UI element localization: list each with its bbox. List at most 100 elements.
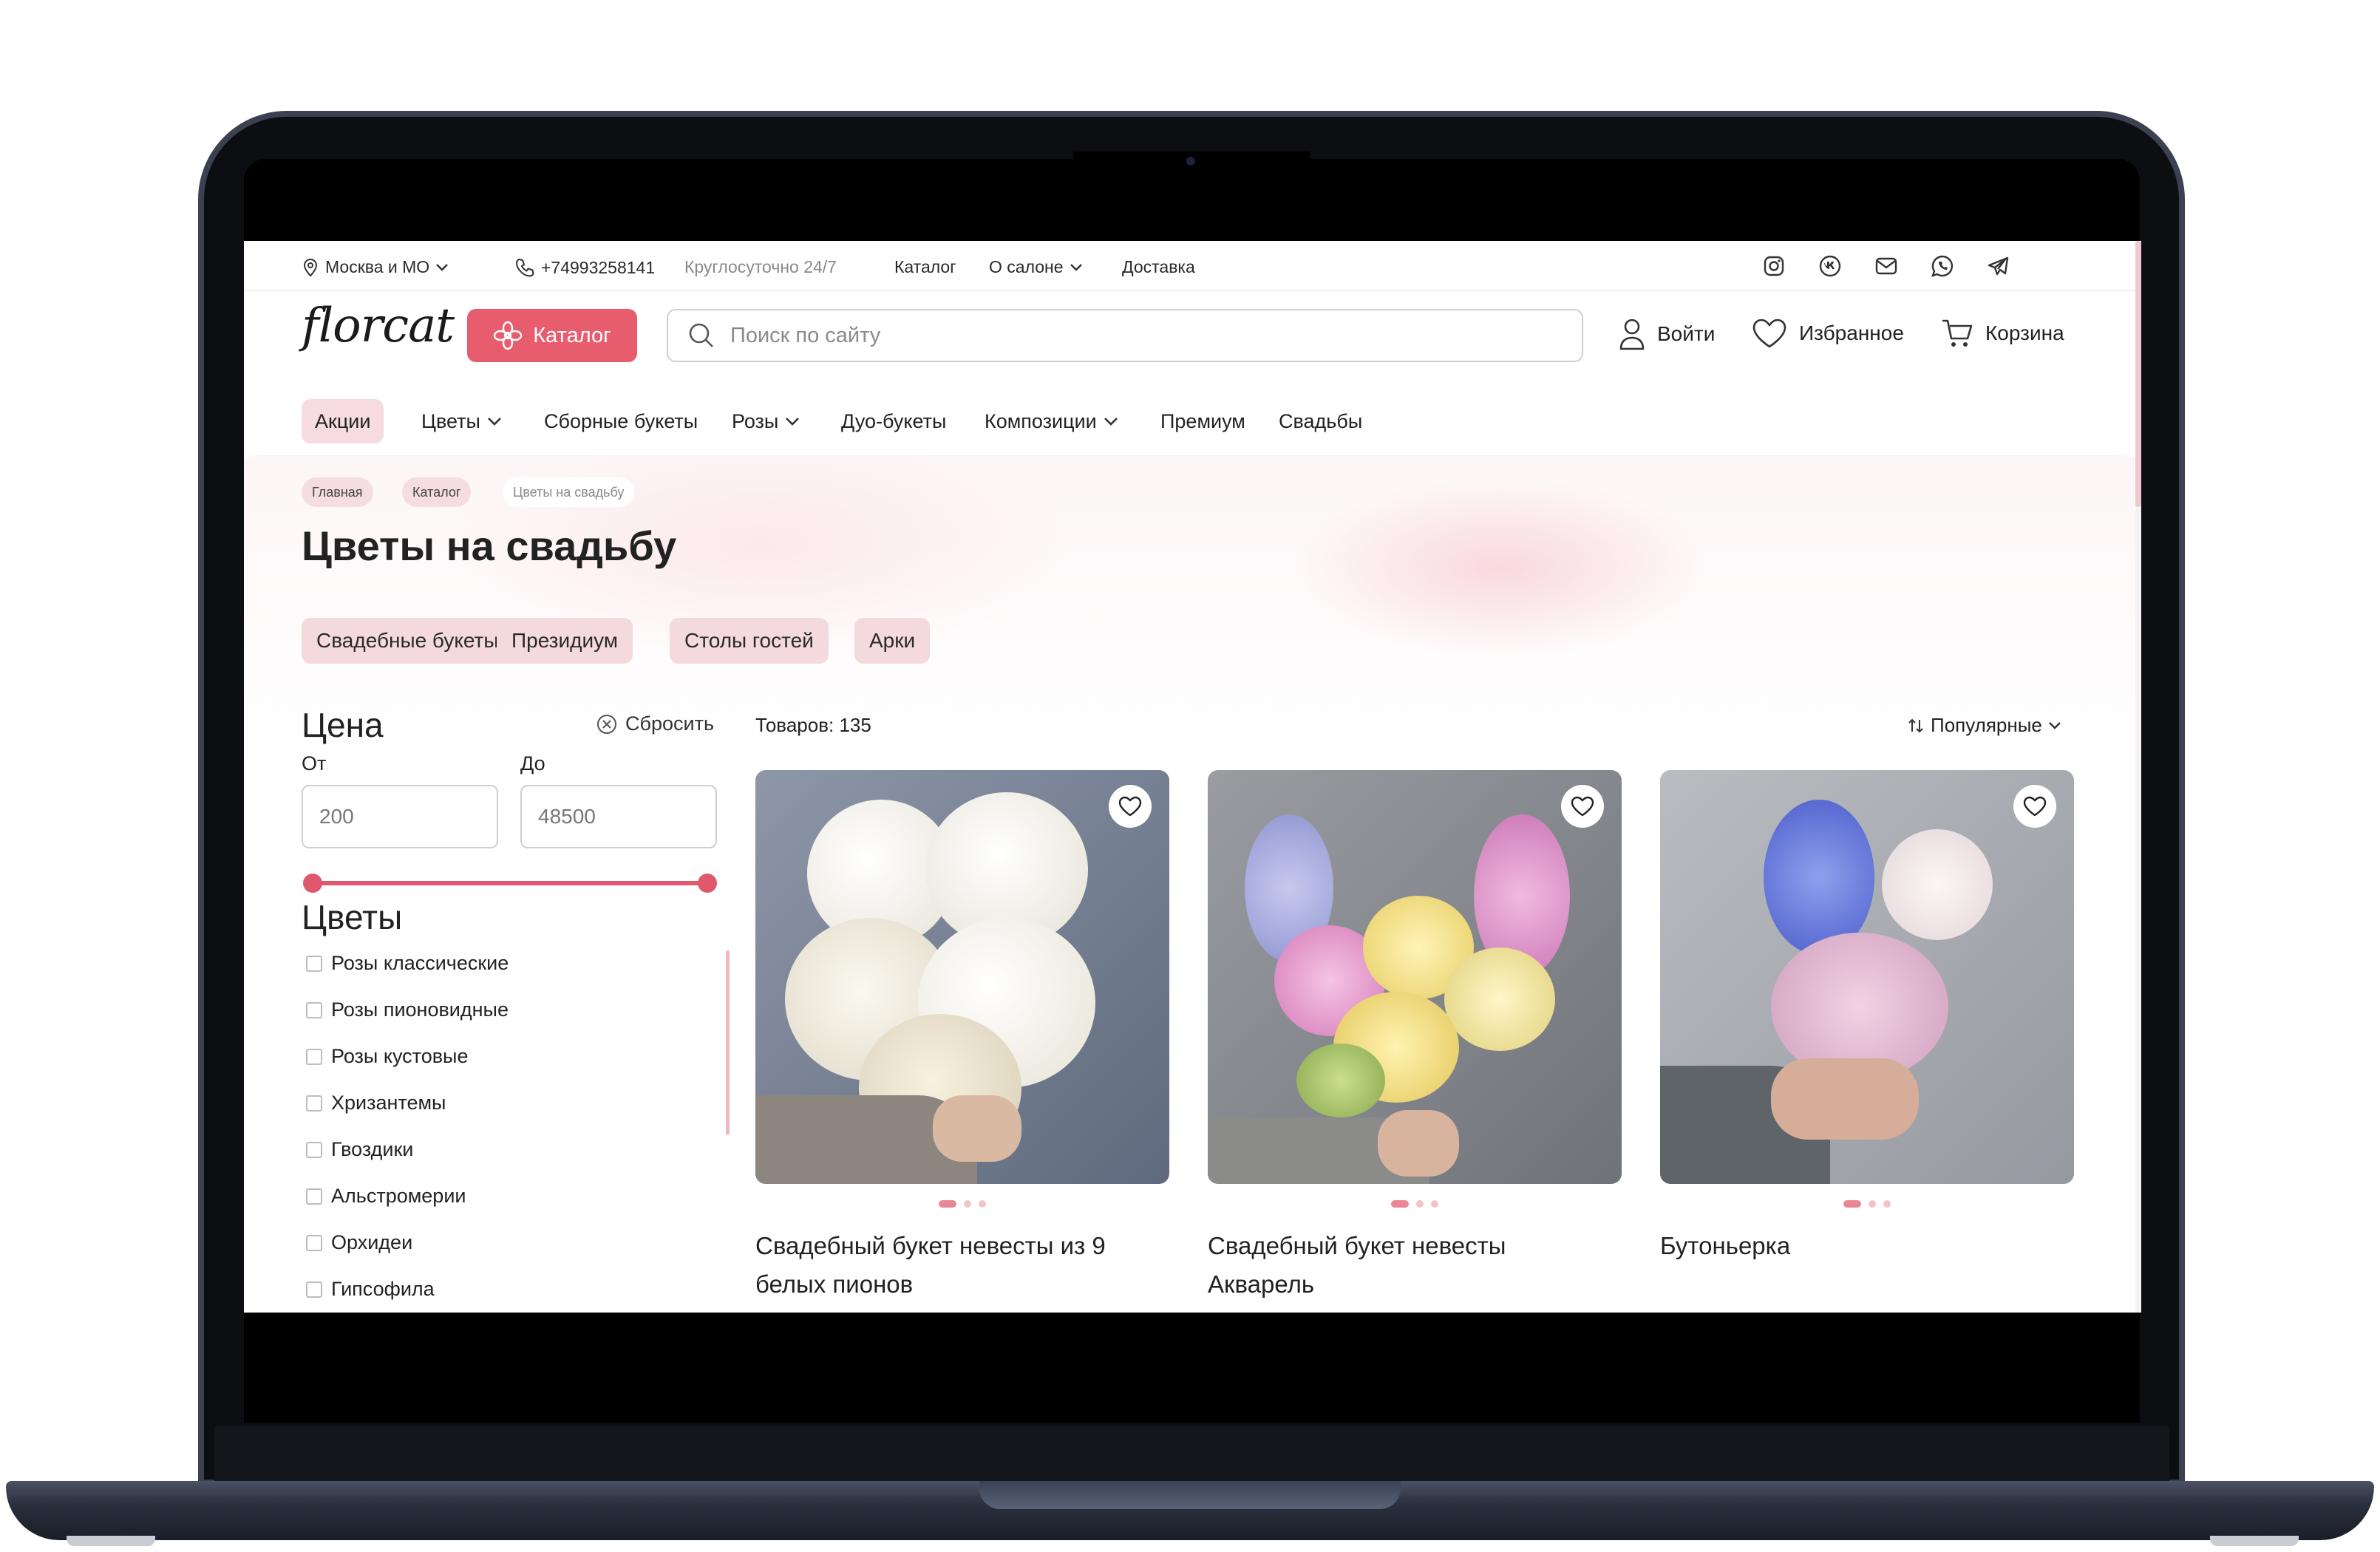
chevron-down-icon — [786, 418, 800, 426]
reset-label: Сбросить — [625, 712, 715, 735]
subcategory-wedding-bouquets[interactable]: Свадебные букеты — [302, 618, 514, 664]
pagination-dot[interactable] — [1883, 1200, 1891, 1208]
whatsapp-icon[interactable] — [1929, 253, 1956, 279]
sort-dropdown[interactable]: Популярные — [1907, 714, 2061, 737]
search-box[interactable] — [667, 309, 1583, 362]
image-pagination — [1660, 1200, 2074, 1208]
add-to-favorites-button[interactable] — [1109, 785, 1152, 828]
checkbox[interactable] — [306, 1095, 322, 1112]
product-title[interactable]: Бутоньерка — [1660, 1227, 2059, 1265]
pagination-dot[interactable] — [939, 1200, 956, 1208]
filter-option-label: Розы классические — [331, 952, 509, 974]
product-title[interactable]: Свадебный букет невесты Акварель — [1208, 1227, 1607, 1304]
search-icon — [689, 323, 713, 347]
topbar-link-catalog[interactable]: Каталог — [894, 257, 956, 277]
filter-list-scrollbar[interactable] — [726, 950, 730, 1135]
flower-icon — [494, 321, 523, 350]
pagination-dot[interactable] — [1869, 1200, 1876, 1208]
pagination-dot[interactable] — [979, 1200, 986, 1208]
cart-label: Корзина — [1985, 321, 2064, 344]
favorites-button[interactable]: Избранное — [1752, 318, 1904, 349]
checkbox[interactable] — [306, 1001, 322, 1018]
checkbox[interactable] — [306, 1281, 322, 1298]
chevron-down-icon — [1104, 418, 1118, 426]
flowers-filter-title: Цветы — [302, 898, 403, 936]
price-range-track — [312, 881, 708, 885]
page-title: Цветы на свадьбу — [302, 523, 677, 569]
pagination-dot[interactable] — [1431, 1200, 1438, 1208]
product-image[interactable] — [1208, 770, 1622, 1184]
checkbox[interactable] — [306, 1048, 322, 1065]
chevron-down-icon — [487, 418, 501, 426]
price-range-max-handle[interactable] — [698, 874, 717, 893]
subcategory-presidium[interactable]: Президиум — [497, 618, 633, 664]
breadcrumb-home[interactable]: Главная — [302, 477, 373, 507]
price-from-input[interactable]: 200 — [302, 785, 498, 848]
checkbox[interactable] — [306, 1188, 322, 1205]
heart-icon — [1118, 796, 1142, 817]
add-to-favorites-button[interactable] — [1561, 785, 1604, 828]
filter-checkbox-row[interactable]: Альстромерии — [306, 1185, 466, 1208]
catalog-button[interactable]: Каталог — [467, 309, 637, 362]
working-hours: Круглосуточно 24/7 — [684, 257, 837, 276]
topbar-link-delivery[interactable]: Доставка — [1122, 257, 1195, 277]
location-pin-icon — [303, 258, 318, 276]
filter-option-label: Гвоздики — [331, 1138, 414, 1160]
filter-checkbox-row[interactable]: Розы пионовидные — [306, 998, 509, 1021]
telegram-icon[interactable] — [1985, 253, 2012, 279]
checkbox[interactable] — [306, 1141, 322, 1158]
filter-checkbox-row[interactable]: Орхидеи — [306, 1231, 412, 1254]
pagination-dot[interactable] — [1416, 1200, 1424, 1208]
checkbox[interactable] — [306, 955, 322, 972]
cart-button[interactable]: Корзина — [1941, 318, 2064, 349]
mail-icon[interactable] — [1873, 253, 1900, 279]
nav-item-flowers[interactable]: Цветы — [421, 399, 503, 443]
phone-link[interactable]: +74993258141 — [514, 257, 655, 278]
nav-item-compositions-label: Композиции — [985, 409, 1097, 432]
vk-icon[interactable] — [1817, 253, 1843, 279]
site-logo[interactable]: florcat — [302, 299, 455, 353]
catalog-button-label: Каталог — [533, 323, 611, 347]
price-filter-title: Цена — [302, 706, 384, 744]
page-scrollbar-thumb[interactable] — [2135, 241, 2141, 507]
add-to-favorites-button[interactable] — [2013, 785, 2056, 828]
nav-item-sales[interactable]: Акции — [302, 399, 384, 443]
city-selector[interactable]: Москва и МО — [302, 257, 449, 277]
subcategory-guest-tables[interactable]: Столы гостей — [670, 618, 829, 664]
price-range-min-handle[interactable] — [303, 874, 322, 893]
pagination-dot[interactable] — [964, 1200, 971, 1208]
nav-item-weddings[interactable]: Свадьбы — [1279, 399, 1362, 443]
login-button[interactable]: Войти — [1619, 318, 1715, 350]
price-to-input[interactable]: 48500 — [520, 785, 717, 848]
checkbox[interactable] — [306, 1234, 322, 1251]
close-circle-icon — [597, 714, 616, 734]
subcategory-arches[interactable]: Арки — [854, 618, 931, 664]
favorites-label: Избранное — [1799, 321, 1904, 344]
pagination-dot[interactable] — [1843, 1200, 1861, 1208]
heart-icon — [1571, 796, 1594, 817]
price-to-label: До — [520, 752, 545, 775]
breadcrumb-catalog[interactable]: Каталог — [402, 477, 472, 507]
instagram-icon[interactable] — [1761, 253, 1787, 279]
phone-icon — [515, 258, 534, 277]
reset-filters-button[interactable]: Сбросить — [596, 712, 714, 735]
filter-checkbox-row[interactable]: Гипсофила — [306, 1278, 435, 1301]
nav-item-compositions[interactable]: Композиции — [985, 399, 1119, 443]
main-navigation: Акции Цветы Сборные букеты Розы Дуо-буке… — [244, 381, 2135, 455]
product-title[interactable]: Свадебный букет невесты из 9 белых пионо… — [755, 1227, 1155, 1304]
search-input[interactable] — [730, 323, 1543, 348]
filter-checkbox-row[interactable]: Розы кустовые — [306, 1045, 468, 1068]
nav-item-duo-bouquets[interactable]: Дуо-букеты — [841, 399, 946, 443]
product-image[interactable] — [1660, 770, 2074, 1184]
pagination-dot[interactable] — [1391, 1200, 1409, 1208]
nav-item-roses[interactable]: Розы — [732, 399, 800, 443]
nav-item-premium[interactable]: Премиум — [1160, 399, 1245, 443]
filter-checkbox-row[interactable]: Хризантемы — [306, 1092, 446, 1114]
filter-option-label: Хризантемы — [331, 1092, 446, 1114]
topbar-link-about[interactable]: О салоне — [989, 257, 1083, 277]
nav-item-roses-label: Розы — [732, 409, 779, 432]
filter-checkbox-row[interactable]: Розы классические — [306, 952, 509, 975]
product-image[interactable] — [755, 770, 1169, 1184]
filter-checkbox-row[interactable]: Гвоздики — [306, 1138, 413, 1161]
nav-item-mixed-bouquets[interactable]: Сборные букеты — [544, 399, 698, 443]
